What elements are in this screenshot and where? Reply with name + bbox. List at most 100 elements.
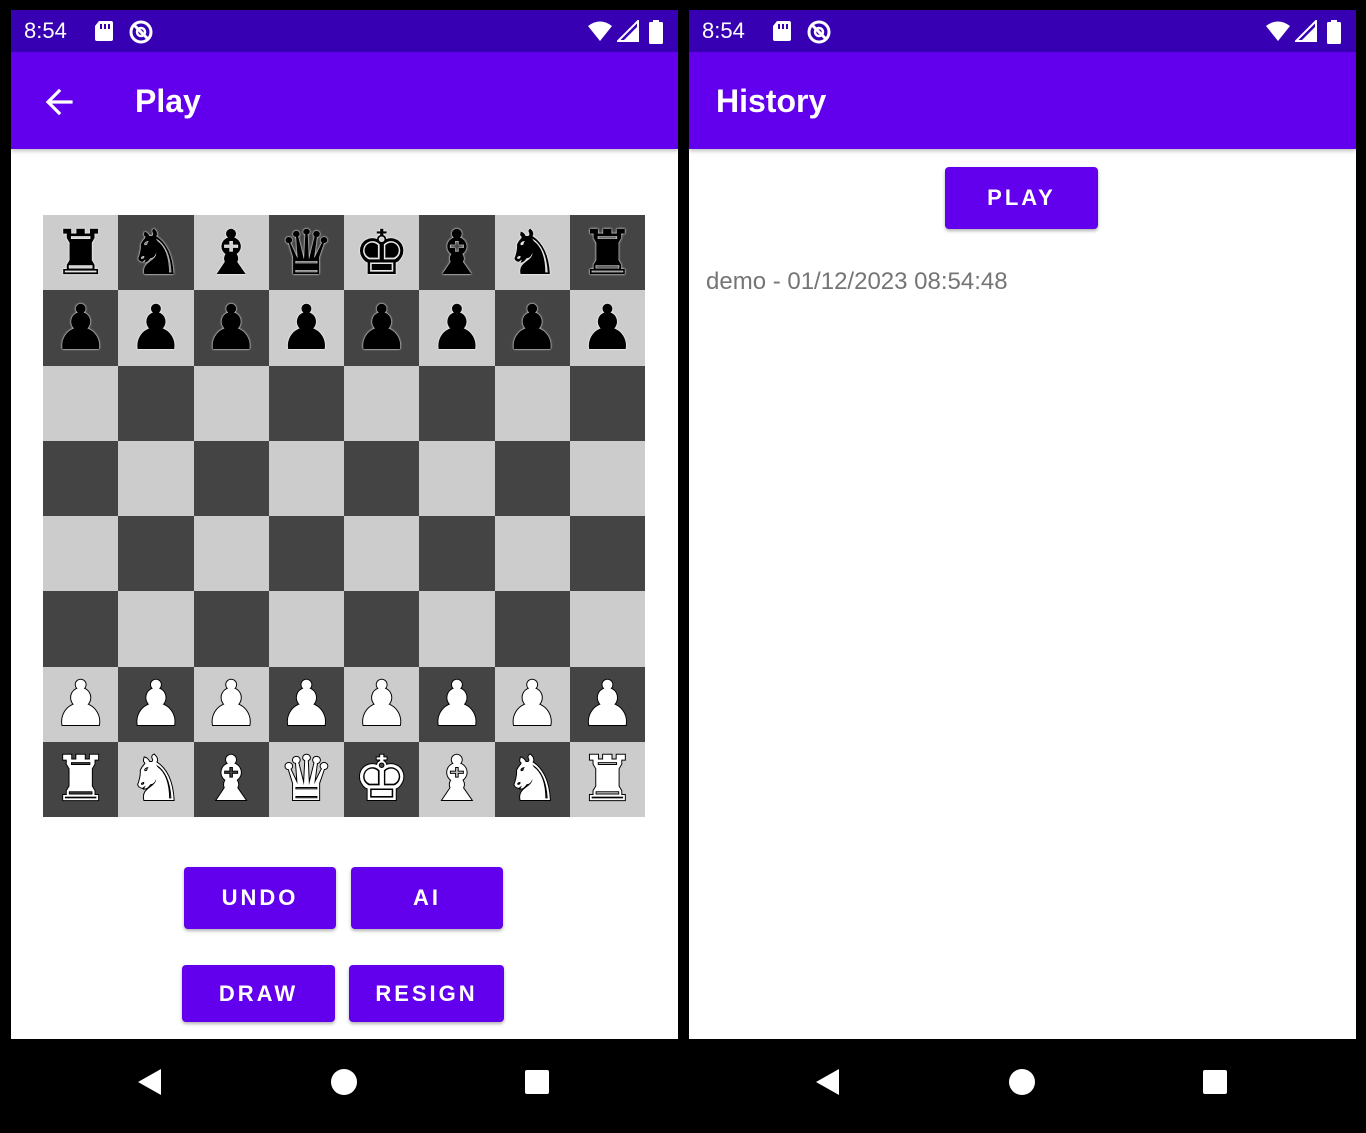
board-square-f1[interactable]: ♝︎: [419, 741, 495, 817]
nav-home-icon[interactable]: [1007, 1067, 1037, 1097]
board-square-a8[interactable]: ♜︎: [43, 215, 119, 291]
board-square-d1[interactable]: ♛︎: [268, 741, 344, 817]
board-square-b8[interactable]: ♞︎: [118, 215, 194, 291]
black-pawn-icon[interactable]: ♟︎: [429, 296, 485, 359]
board-square-h7[interactable]: ♟︎: [569, 290, 645, 366]
board-square-g8[interactable]: ♞︎: [494, 215, 570, 291]
resign-button[interactable]: RESIGN: [349, 965, 504, 1022]
white-bishop-icon[interactable]: ♝︎: [202, 747, 260, 811]
black-rook-icon[interactable]: ♜︎: [53, 221, 109, 284]
nav-back-icon[interactable]: [135, 1067, 165, 1097]
white-pawn-icon[interactable]: ♟︎: [278, 672, 336, 736]
white-pawn-icon[interactable]: ♟︎: [579, 672, 637, 736]
white-knight-icon[interactable]: ♞︎: [127, 747, 185, 811]
white-bishop-icon[interactable]: ♝︎: [428, 747, 486, 811]
board-square-e7[interactable]: ♟︎: [344, 290, 420, 366]
nav-recents-icon[interactable]: [522, 1067, 552, 1097]
black-queen-icon[interactable]: ♛︎: [279, 221, 335, 284]
black-rook-icon[interactable]: ♜︎: [580, 221, 636, 284]
undo-button[interactable]: UNDO: [184, 867, 336, 929]
board-square-b1[interactable]: ♞︎: [118, 741, 194, 817]
board-square-f3[interactable]: [419, 591, 495, 667]
board-square-c8[interactable]: ♝︎: [193, 215, 269, 291]
draw-button[interactable]: DRAW: [182, 965, 335, 1022]
board-square-c7[interactable]: ♟︎: [193, 290, 269, 366]
ai-button[interactable]: AI: [351, 867, 503, 929]
white-king-icon[interactable]: ♚︎: [353, 747, 411, 811]
board-square-h2[interactable]: ♟︎: [569, 666, 645, 742]
board-square-c5[interactable]: [193, 440, 269, 516]
board-square-g1[interactable]: ♞︎: [494, 741, 570, 817]
board-square-b5[interactable]: [118, 440, 194, 516]
board-square-e1[interactable]: ♚︎: [344, 741, 420, 817]
board-square-c4[interactable]: [193, 516, 269, 592]
board-square-g7[interactable]: ♟︎: [494, 290, 570, 366]
board-square-b4[interactable]: [118, 516, 194, 592]
white-pawn-icon[interactable]: ♟︎: [503, 672, 561, 736]
white-pawn-icon[interactable]: ♟︎: [202, 672, 260, 736]
board-square-e2[interactable]: ♟︎: [344, 666, 420, 742]
board-square-f4[interactable]: [419, 516, 495, 592]
white-pawn-icon[interactable]: ♟︎: [353, 672, 411, 736]
board-square-c2[interactable]: ♟︎: [193, 666, 269, 742]
nav-back-icon[interactable]: [813, 1067, 843, 1097]
board-square-b3[interactable]: [118, 591, 194, 667]
board-square-h4[interactable]: [569, 516, 645, 592]
board-square-f5[interactable]: [419, 440, 495, 516]
black-bishop-icon[interactable]: ♝︎: [203, 221, 259, 284]
nav-recents-icon[interactable]: [1200, 1067, 1230, 1097]
board-square-f2[interactable]: ♟︎: [419, 666, 495, 742]
board-square-e6[interactable]: [344, 365, 420, 441]
black-pawn-icon[interactable]: ♟︎: [53, 296, 109, 359]
board-square-a2[interactable]: ♟︎: [43, 666, 119, 742]
board-square-d6[interactable]: [268, 365, 344, 441]
board-square-b6[interactable]: [118, 365, 194, 441]
black-knight-icon[interactable]: ♞︎: [128, 221, 184, 284]
nav-home-icon[interactable]: [329, 1067, 359, 1097]
board-square-c6[interactable]: [193, 365, 269, 441]
board-square-g4[interactable]: [494, 516, 570, 592]
arrow-back-icon[interactable]: [44, 87, 74, 117]
black-pawn-icon[interactable]: ♟︎: [279, 296, 335, 359]
black-pawn-icon[interactable]: ♟︎: [580, 296, 636, 359]
board-square-f7[interactable]: ♟︎: [419, 290, 495, 366]
board-square-h1[interactable]: ♜︎: [569, 741, 645, 817]
board-square-d8[interactable]: ♛︎: [268, 215, 344, 291]
board-square-f6[interactable]: [419, 365, 495, 441]
board-square-e3[interactable]: [344, 591, 420, 667]
black-pawn-icon[interactable]: ♟︎: [354, 296, 410, 359]
board-square-c1[interactable]: ♝︎: [193, 741, 269, 817]
black-pawn-icon[interactable]: ♟︎: [203, 296, 259, 359]
black-king-icon[interactable]: ♚︎: [354, 221, 410, 284]
board-square-d5[interactable]: [268, 440, 344, 516]
board-square-e5[interactable]: [344, 440, 420, 516]
black-knight-icon[interactable]: ♞︎: [504, 221, 560, 284]
board-square-e8[interactable]: ♚︎: [344, 215, 420, 291]
board-square-a7[interactable]: ♟︎: [43, 290, 119, 366]
board-square-h6[interactable]: [569, 365, 645, 441]
board-square-a6[interactable]: [43, 365, 119, 441]
board-square-a1[interactable]: ♜︎: [43, 741, 119, 817]
board-square-a4[interactable]: [43, 516, 119, 592]
black-bishop-icon[interactable]: ♝︎: [429, 221, 485, 284]
white-pawn-icon[interactable]: ♟︎: [52, 672, 110, 736]
board-square-f8[interactable]: ♝︎: [419, 215, 495, 291]
board-square-g3[interactable]: [494, 591, 570, 667]
board-square-d2[interactable]: ♟︎: [268, 666, 344, 742]
board-square-a3[interactable]: [43, 591, 119, 667]
white-rook-icon[interactable]: ♜︎: [579, 747, 637, 811]
board-square-d7[interactable]: ♟︎: [268, 290, 344, 366]
board-square-c3[interactable]: [193, 591, 269, 667]
board-square-b7[interactable]: ♟︎: [118, 290, 194, 366]
board-square-b2[interactable]: ♟︎: [118, 666, 194, 742]
board-square-e4[interactable]: [344, 516, 420, 592]
black-pawn-icon[interactable]: ♟︎: [504, 296, 560, 359]
board-square-g2[interactable]: ♟︎: [494, 666, 570, 742]
history-list-item[interactable]: demo - 01/12/2023 08:54:48: [706, 264, 1346, 300]
board-square-h8[interactable]: ♜︎: [569, 215, 645, 291]
board-square-h3[interactable]: [569, 591, 645, 667]
board-square-d3[interactable]: [268, 591, 344, 667]
board-square-d4[interactable]: [268, 516, 344, 592]
board-square-g5[interactable]: [494, 440, 570, 516]
black-pawn-icon[interactable]: ♟︎: [128, 296, 184, 359]
